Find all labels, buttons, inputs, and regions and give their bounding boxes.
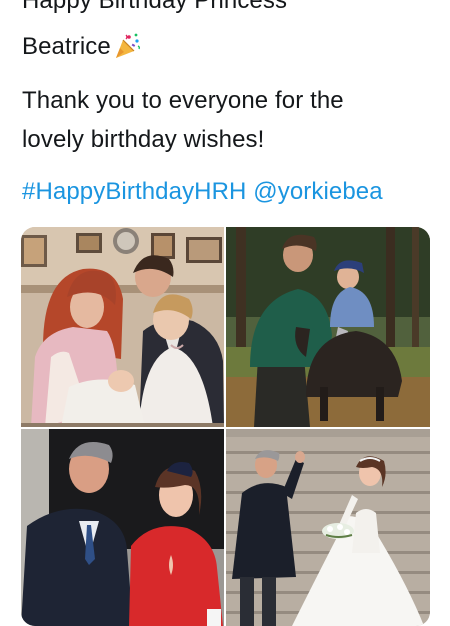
mention-link[interactable]: @yorkiebea [253,178,382,205]
outdoor-pony-photo[interactable] [226,227,430,427]
red-dress-photo[interactable] [21,429,224,626]
tweet-text-line-4: lovely birthday wishes! [22,126,265,153]
tweet-card: Happy Birthday Princess Beatrice Thank y… [0,0,450,626]
hashtag-link[interactable]: #HappyBirthdayHRH [22,178,246,205]
media-grid [21,227,430,626]
tweet-text-line-3: Thank you to everyone for the [22,87,344,114]
tweet-text-name: Beatrice [22,33,111,60]
tweet-text-line-1: Happy Birthday Princess [22,0,288,14]
family-portrait-photo[interactable] [21,227,224,427]
tweet-tags-line: #HappyBirthdayHRH @yorkiebea [22,177,383,207]
wedding-steps-photo[interactable] [226,429,430,626]
party-popper-icon [112,32,142,60]
tweet-text-line-2: Beatrice [22,32,142,62]
